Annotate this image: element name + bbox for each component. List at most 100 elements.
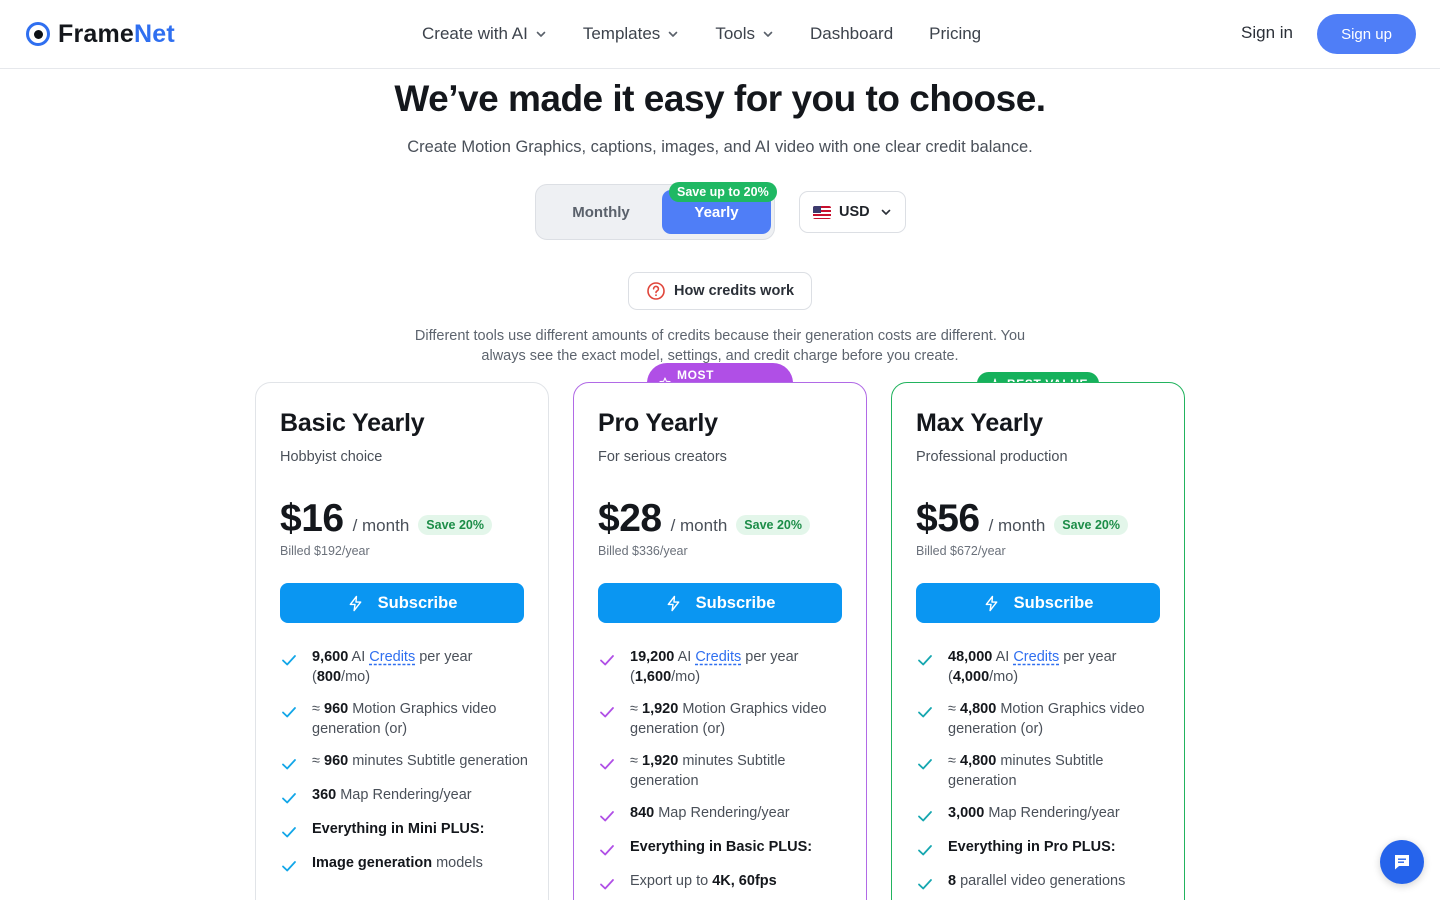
check-icon [918,707,932,718]
nav-dashboard[interactable]: Dashboard [810,24,893,44]
feature-item: 3,000 Map Rendering/year [916,803,1166,825]
credits-link[interactable]: Credits [695,649,741,665]
us-flag-icon [813,205,831,219]
chevron-down-icon [763,31,773,37]
how-credits-label: How credits work [673,283,795,299]
feature-list: 9,600 AI Credits per year (800/mo) ≈ 960… [280,647,530,887]
check-icon [600,879,614,890]
feature-item: 19,200 AI Credits per year (1,600/mo) [598,647,848,687]
plan-title: Pro Yearly [598,409,718,437]
chat-button[interactable] [1380,840,1424,884]
plan-subtitle: Hobbyist choice [280,449,383,465]
nav-create-with-ai[interactable]: Create with AI [422,24,547,44]
feature-list: 48,000 AI Credits per year (4,000/mo) ≈ … [916,647,1166,900]
lightning-icon [985,595,998,611]
brand-logo[interactable]: FrameNet [26,20,175,48]
question-circle-icon [647,282,665,300]
feature-item: ≈ 960 minutes Subtitle generation [280,751,530,773]
sign-in-link[interactable]: Sign in [1241,23,1293,43]
credits-explanation: Different tools use different amounts of… [414,328,1026,364]
plan-card-basic: Basic Yearly Hobbyist choice $16 / month… [255,382,549,900]
check-icon [600,845,614,856]
check-icon [918,759,932,770]
feature-item: Everything in Mini PLUS: [280,819,530,841]
check-icon [600,811,614,822]
plan-card-max: Max Yearly Professional production $56 /… [891,382,1185,900]
subscribe-button[interactable]: Subscribe [598,583,842,623]
plan-subtitle: Professional production [916,449,1068,465]
feature-list: 19,200 AI Credits per year (1,600/mo) ≈ … [598,647,848,900]
sign-up-button[interactable]: Sign up [1317,14,1416,54]
chevron-down-icon [881,209,890,215]
check-icon [918,845,932,856]
credits-link[interactable]: Credits [1013,649,1059,665]
feature-item: Everything in Basic PLUS: [598,837,848,859]
feature-item: 360 Map Rendering/year [280,785,530,807]
feature-item: Image generation models [280,853,530,875]
subscribe-button[interactable]: Subscribe [916,583,1160,623]
price-row: $16 / month Save 20% [280,497,492,541]
plan-price: $56 [916,497,980,540]
plan-subtitle: For serious creators [598,449,727,465]
lightning-icon [667,595,680,611]
check-icon [600,707,614,718]
feature-item: ≈ 1,920 minutes Subtitle generation [598,751,848,791]
check-icon [600,655,614,666]
subscribe-button[interactable]: Subscribe [280,583,524,623]
check-icon [918,879,932,890]
check-icon [282,759,296,770]
feature-item: ≈ 4,800 minutes Subtitle generation [916,751,1166,791]
feature-item: 840 Map Rendering/year [598,803,848,825]
currency-code: USD [839,204,870,220]
billed-amount: Billed $672/year [916,544,1006,558]
feature-item: 48,000 AI Credits per year (4,000/mo) [916,647,1166,687]
price-row: $56 / month Save 20% [916,497,1128,541]
check-icon [282,861,296,872]
check-icon [918,811,932,822]
check-icon [918,655,932,666]
feature-item: Export up to 4K, 60fps [598,871,848,893]
price-period: / month [988,516,1046,535]
feature-item: ≈ 960 Motion Graphics video generation (… [280,699,530,739]
plan-price: $16 [280,497,344,540]
top-navbar: FrameNet Create with AI Templates Tools … [0,0,1440,69]
logo-icon [26,22,50,46]
nav-pricing[interactable]: Pricing [929,24,981,44]
plan-card-pro: Pro Yearly For serious creators $28 / mo… [573,382,867,900]
page-subtitle: Create Motion Graphics, captions, images… [407,138,1033,156]
price-period: / month [670,516,728,535]
plan-price: $28 [598,497,662,540]
feature-item: 9,600 AI Credits per year (800/mo) [280,647,530,687]
brand-name: FrameNet [58,19,175,48]
credits-link[interactable]: Credits [369,649,415,665]
plan-title: Basic Yearly [280,409,425,437]
feature-item: 8 parallel video generations [916,871,1166,893]
feature-item: ≈ 1,920 Motion Graphics video generation… [598,699,848,739]
price-row: $28 / month Save 20% [598,497,810,541]
feature-item: ≈ 4,800 Motion Graphics video generation… [916,699,1166,739]
nav-links: Create with AI Templates Tools Dashboard… [422,23,1017,45]
save-badge: Save 20% [1054,515,1128,535]
page-title: We’ve made it easy for you to choose. [394,78,1046,119]
check-icon [282,827,296,838]
chat-icon [1395,855,1409,870]
toggle-monthly[interactable]: Monthly [543,190,659,234]
check-icon [282,793,296,804]
billed-amount: Billed $192/year [280,544,370,558]
price-period: / month [352,516,410,535]
check-icon [282,655,296,666]
nav-tools[interactable]: Tools [715,24,774,44]
save-badge: Save 20% [418,515,492,535]
chevron-down-icon [536,31,546,37]
nav-templates[interactable]: Templates [583,24,679,44]
save-up-to-badge: Save up to 20% [669,182,777,202]
check-icon [600,759,614,770]
plan-title: Max Yearly [916,409,1043,437]
save-badge: Save 20% [736,515,810,535]
how-credits-work-button[interactable]: How credits work [628,272,812,310]
check-icon [282,707,296,718]
currency-select[interactable]: USD [799,191,906,233]
chevron-down-icon [669,31,678,37]
feature-item: Everything in Pro PLUS: [916,837,1166,859]
billed-amount: Billed $336/year [598,544,688,558]
